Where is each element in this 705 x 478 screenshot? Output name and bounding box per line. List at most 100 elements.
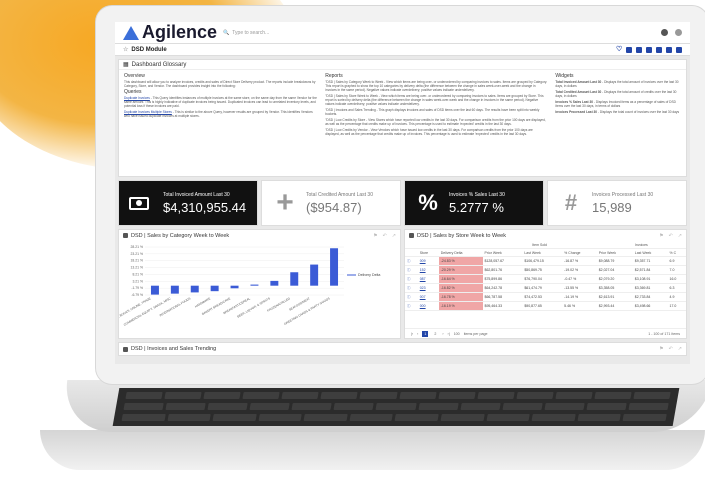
column-header[interactable]	[405, 248, 418, 257]
category-chart-card: DSD | Sales by Category Week to Week ⚑ ↶ ↗…	[118, 229, 401, 339]
store-link[interactable]: 087	[417, 274, 439, 284]
info-icon[interactable]: ⓘ	[405, 301, 418, 311]
search-box[interactable]: 🔍 Type to search...	[223, 30, 269, 36]
group-header-item-sold: Item Sold	[482, 241, 597, 249]
prev-page-button[interactable]: ‹	[417, 332, 418, 336]
filter-icon[interactable]	[626, 46, 632, 53]
search-input[interactable]: Type to search...	[232, 30, 269, 36]
store-link[interactable]: 023	[417, 283, 439, 293]
per-page-label: items per page	[463, 331, 488, 336]
table-row[interactable]: ⓘ 087 -16.64 % $75,899.86 $76,790.04 -0.47 % $…	[405, 274, 686, 284]
table-row[interactable]: ⓘ 023 -16.82 % $64,242.78 $61,474.79 -13.55 %…	[405, 283, 686, 293]
column-header[interactable]: % Change	[562, 248, 597, 257]
trash-icon[interactable]	[636, 46, 642, 53]
user-profile-icon[interactable]	[675, 29, 682, 36]
kpi-total-invoiced[interactable]: Total Invoiced Amount Last 30 $4,310,955.…	[118, 180, 258, 226]
column-header[interactable]: % C	[667, 248, 686, 257]
page-2-button[interactable]: 2	[432, 331, 438, 337]
table-cell: 17.0	[667, 301, 686, 311]
table-row[interactable]: ⓘ 152 -20.29 % $62,801.76 $50,869.75 -19.02 %…	[405, 265, 686, 275]
pin-icon[interactable]: ⚑	[659, 346, 663, 352]
undo-icon[interactable]: ↶	[669, 233, 673, 239]
bar	[230, 285, 239, 289]
pin-icon[interactable]: ⚑	[659, 233, 663, 239]
column-header[interactable]: Store	[417, 248, 439, 257]
favorite-star-icon[interactable]: ☆	[123, 46, 128, 53]
items-range: 1 - 100 of 171 items	[648, 331, 680, 336]
info-icon[interactable]: ⓘ	[405, 265, 418, 275]
share-users-icon[interactable]	[666, 46, 672, 53]
table-cell: -20.29 %	[438, 265, 483, 275]
info-icon[interactable]: ⓘ	[405, 256, 418, 266]
table-cell: 6.3	[667, 283, 686, 293]
table-cell: -16.78 %	[438, 292, 483, 302]
notifications-icon[interactable]	[661, 29, 668, 36]
table-row[interactable]: ⓘ 007 -16.78 % $66,787.58 $74,472.53 -14.19 %…	[405, 292, 686, 302]
column-header[interactable]: Last Week	[632, 248, 668, 257]
kpi-value: $4,310,955.44	[163, 199, 247, 215]
page-1-button[interactable]: 1	[422, 330, 429, 337]
store-table: Item Sold Invoices Store Delivery Delta Pri…	[405, 241, 686, 311]
y-tick-label: -6.79 %	[131, 293, 143, 297]
kpi-label: Invoices Processed Last 30	[592, 191, 654, 198]
table-row[interactable]: ⓘ 000 -16.19 % $95,464.33 $90,877.65 5.46 % $2…	[405, 301, 686, 311]
laptop-scene: Agilence 🔍 Type to search... ☆ DSD Modul…	[0, 0, 705, 478]
info-icon[interactable]: ⓘ	[405, 292, 418, 302]
table-cell: 6.9	[667, 256, 686, 266]
expand-icon[interactable]: ↗	[392, 233, 396, 239]
top-bar: Agilence 🔍 Type to search...	[115, 22, 690, 44]
widget-name: Invoices Processed Last 30	[555, 110, 598, 114]
laptop-base-lip	[40, 430, 705, 470]
undo-icon[interactable]: ↶	[383, 233, 387, 239]
table-cell: $62,801.76	[482, 265, 523, 275]
kpi-invoices-percent-sales[interactable]: % Invoices % Sales Last 30 5.2777 %	[404, 180, 544, 226]
table-cell: $75,899.86	[482, 274, 523, 284]
column-header[interactable]: Delivery Delta	[438, 248, 483, 257]
kpi-total-credited[interactable]: + Total Credited Amount Last 30 ($954.87)	[261, 180, 401, 226]
store-link[interactable]: 007	[417, 292, 439, 302]
table-cell: -16.64 %	[438, 274, 483, 284]
undo-icon[interactable]: ↶	[669, 346, 673, 352]
table-pager: |‹ ‹ 1 2 › ›| 100 items per page 1 - 100…	[405, 328, 686, 338]
store-link[interactable]: 000	[417, 301, 439, 311]
first-page-button[interactable]: |‹	[411, 332, 413, 336]
settings-gear-icon[interactable]	[676, 46, 682, 53]
bar	[290, 272, 299, 286]
kpi-invoices-processed[interactable]: # Invoices Processed Last 30 15,989	[547, 180, 687, 226]
table-cell: -16.82 %	[438, 283, 483, 293]
legend-label: Delivery Delta	[358, 273, 380, 277]
overview-column: Overview This dashboard will allow you t…	[124, 73, 317, 173]
bar	[170, 285, 179, 294]
column-header[interactable]: Last Week	[522, 248, 563, 257]
bar	[330, 248, 339, 286]
print-icon[interactable]	[646, 46, 652, 53]
info-icon[interactable]: ⓘ	[405, 283, 418, 293]
bar	[270, 280, 279, 286]
table-row[interactable]: ⓘ 009 -24.83 % $128,057.67 $106,479.15 -16.87…	[405, 256, 686, 266]
column-header[interactable]: Prior Week	[482, 248, 523, 257]
column-header[interactable]: Prior Week	[596, 248, 633, 257]
save-icon[interactable]	[656, 46, 662, 53]
reports-heading: Reports	[325, 73, 343, 79]
table-cell: $90,877.65	[522, 301, 563, 311]
table-cell: -16.87 %	[562, 256, 597, 266]
reports-column: Reports "DSD | Sales by Category Week to…	[325, 73, 547, 173]
agilence-logo[interactable]: Agilence	[123, 22, 217, 43]
info-icon[interactable]: ⓘ	[405, 274, 418, 284]
table-cell: $9,357.71	[632, 256, 668, 266]
store-link[interactable]: 009	[417, 256, 439, 266]
table-cell: $2,993.44	[596, 301, 633, 311]
expand-icon[interactable]: ↗	[678, 346, 682, 352]
next-page-button[interactable]: ›	[442, 332, 443, 336]
per-page-select[interactable]: 100	[454, 332, 460, 336]
expand-icon[interactable]: ↗	[678, 233, 682, 239]
heart-icon[interactable]: ♡	[616, 46, 622, 53]
table-cell: $76,790.04	[522, 274, 563, 284]
widgets-heading: Widgets	[555, 73, 574, 79]
store-link[interactable]: 152	[417, 265, 439, 275]
trend-panel-header: DSD | Invoices and Sales Trending ⚑ ↶ ↗	[118, 342, 687, 356]
pin-icon[interactable]: ⚑	[373, 233, 377, 239]
logo-text: Agilence	[142, 22, 218, 42]
last-page-button[interactable]: ›|	[448, 332, 450, 336]
table-cell: $2,613.91	[596, 292, 633, 302]
